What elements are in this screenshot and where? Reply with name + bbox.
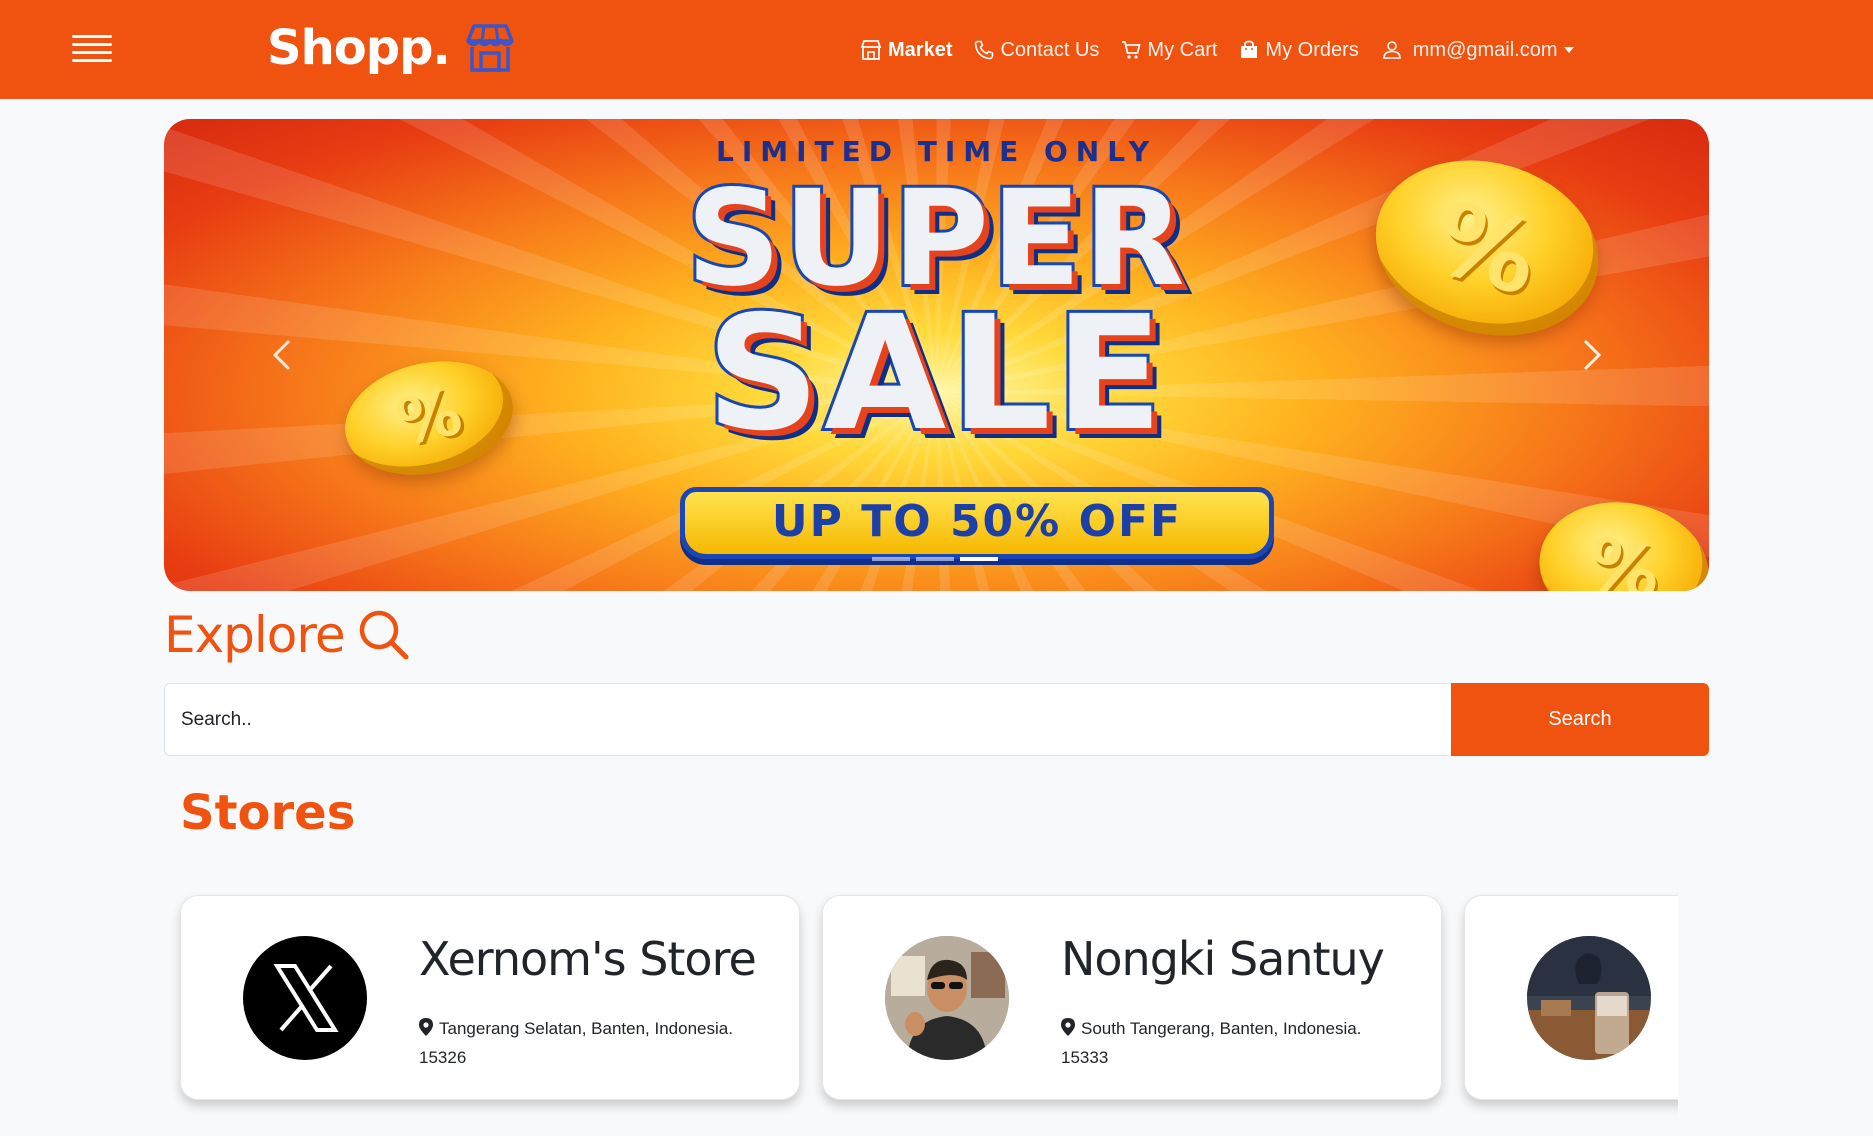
store-address-text: Tangerang Selatan, Banten, Indonesia. 15… bbox=[419, 1019, 733, 1067]
store-card[interactable]: Nongki Santuy South Tangerang, Banten, I… bbox=[822, 895, 1442, 1100]
carousel-indicators bbox=[872, 557, 1004, 561]
nav-orders-label: My Orders bbox=[1265, 38, 1359, 61]
store-avatar-x-logo bbox=[243, 936, 367, 1060]
carousel-indicator-1[interactable] bbox=[872, 557, 910, 561]
location-pin-icon bbox=[1061, 1018, 1075, 1036]
phone-icon bbox=[975, 40, 994, 60]
carousel-next-icon[interactable] bbox=[1570, 335, 1610, 375]
banner-headline-sale: SALE bbox=[703, 282, 1167, 466]
carousel-indicator-3[interactable] bbox=[960, 557, 998, 561]
stores-heading: Stores bbox=[180, 785, 356, 841]
search-input[interactable] bbox=[164, 683, 1451, 756]
search-icon bbox=[359, 610, 409, 660]
chevron-down-icon bbox=[1563, 47, 1574, 53]
store-address: Tangerang Selatan, Banten, Indonesia. 15… bbox=[419, 1014, 759, 1072]
search-button[interactable]: Search bbox=[1451, 683, 1709, 756]
cafe-photo-image bbox=[1527, 936, 1651, 1060]
store-list: Xernom's Store Tangerang Selatan, Banten… bbox=[164, 880, 1678, 1120]
explore-heading: Explore bbox=[164, 605, 411, 665]
nav-orders[interactable]: My Orders bbox=[1239, 38, 1359, 62]
nav-links: Market Contact Us My Cart My Orders mm@g… bbox=[860, 34, 1596, 66]
user-dropdown[interactable]: mm@gmail.com bbox=[1381, 39, 1574, 62]
explore-heading-text: Explore bbox=[164, 606, 346, 664]
carousel-indicator-2[interactable] bbox=[916, 557, 954, 561]
store-avatar-person-photo bbox=[885, 936, 1009, 1060]
nav-cart-label: My Cart bbox=[1147, 38, 1218, 61]
store-address: South Tangerang, Banten, Indonesia. 1533… bbox=[1061, 1014, 1401, 1072]
store-name: Nongki Santuy bbox=[1061, 932, 1385, 986]
store-card[interactable] bbox=[1464, 895, 1678, 1100]
store-icon bbox=[465, 24, 514, 72]
x-logo-icon bbox=[273, 964, 339, 1032]
carousel-prev-icon[interactable] bbox=[264, 335, 304, 375]
store-address-text: South Tangerang, Banten, Indonesia. 1533… bbox=[1061, 1019, 1362, 1067]
shopping-bag-icon bbox=[1241, 40, 1258, 58]
hamburger-menu-icon[interactable] bbox=[72, 33, 112, 65]
nav-contact[interactable]: Contact Us bbox=[974, 39, 1099, 62]
banner-discount-pill: UP TO 50% OFF bbox=[680, 487, 1274, 559]
store-name: Xernom's Store bbox=[419, 932, 757, 986]
nav-market-label: Market bbox=[888, 38, 953, 61]
nav-cart[interactable]: My Cart bbox=[1121, 39, 1217, 62]
user-email: mm@gmail.com bbox=[1412, 38, 1558, 61]
nav-contact-label: Contact Us bbox=[1000, 38, 1100, 61]
navbar: Shopp. Market Contact Us My Cart My Orde… bbox=[0, 0, 1873, 99]
promo-carousel: % % % LIMITED TIME ONLY SUPER SALE UP TO… bbox=[164, 119, 1709, 591]
brand-name: Shopp. bbox=[267, 20, 451, 76]
user-icon bbox=[1382, 41, 1401, 59]
location-pin-icon bbox=[419, 1018, 433, 1036]
brand-logo[interactable]: Shopp. bbox=[267, 18, 516, 78]
store-card[interactable]: Xernom's Store Tangerang Selatan, Banten… bbox=[180, 895, 800, 1100]
person-photo-image bbox=[885, 936, 1009, 1060]
store-avatar-cafe-photo bbox=[1527, 936, 1651, 1060]
cart-icon bbox=[1122, 41, 1142, 59]
shop-icon bbox=[860, 40, 882, 60]
nav-market[interactable]: Market bbox=[860, 39, 952, 62]
